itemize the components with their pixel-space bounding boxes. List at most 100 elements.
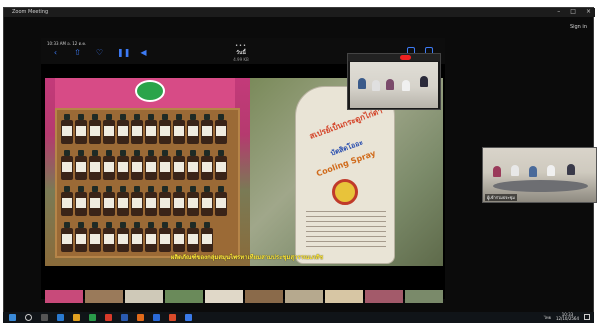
- bottle: [187, 222, 199, 252]
- taskbar-icons: [9, 314, 192, 321]
- bottle: [173, 114, 185, 144]
- bottle: [61, 186, 73, 216]
- bottle: [187, 186, 199, 216]
- bottle: [173, 222, 185, 252]
- ie-icon[interactable]: [153, 314, 160, 321]
- word-icon[interactable]: [121, 314, 128, 321]
- bottle: [187, 150, 199, 180]
- start-icon[interactable]: [9, 314, 16, 321]
- person: [372, 80, 380, 91]
- bottle: [89, 150, 101, 180]
- bottle: [117, 150, 129, 180]
- person: [420, 76, 428, 87]
- person: [358, 78, 366, 89]
- bottle: [201, 222, 213, 252]
- bottle: [159, 222, 171, 252]
- brand-logo: [135, 80, 165, 102]
- thumbnail[interactable]: [285, 290, 323, 303]
- doc-size: 4.99 KB: [233, 57, 249, 62]
- folder-icon[interactable]: [73, 314, 80, 321]
- bottle: [131, 222, 143, 252]
- mail-icon[interactable]: [57, 314, 64, 321]
- office-icon[interactable]: [105, 314, 112, 321]
- bottle: [75, 186, 87, 216]
- doc-header: ••• วันนี้ 4.99 KB: [226, 43, 256, 62]
- clock-date: 12/10/2564: [555, 316, 579, 321]
- bottle: [103, 150, 115, 180]
- participant-scene: ผู้เข้าร่วมประชุม: [483, 148, 596, 202]
- bottle: [89, 114, 101, 144]
- sign-in-link[interactable]: Sign in: [570, 24, 587, 30]
- bottle: [159, 150, 171, 180]
- share-icon[interactable]: ⇧: [73, 48, 82, 57]
- participant-video[interactable]: ผู้เข้าร่วมประชุม: [482, 147, 597, 203]
- bottle: [145, 186, 157, 216]
- volume-icon[interactable]: ◀: [139, 48, 148, 57]
- bottle: [187, 114, 199, 144]
- bottle: [145, 150, 157, 180]
- bottle: [215, 114, 227, 144]
- bottle: [75, 222, 87, 252]
- powerpoint-icon[interactable]: [137, 314, 144, 321]
- thumbnail[interactable]: [365, 290, 403, 303]
- close-button[interactable]: ×: [586, 8, 591, 15]
- zoom-title-bar: Zoom Meeting – □ ×: [4, 8, 595, 17]
- photo-caption: ผลิตภัณฑ์ของกลุ่มสมุนไพรทาเทียมสามประชุม…: [170, 254, 324, 261]
- bottle: [61, 150, 73, 180]
- person: [511, 165, 519, 176]
- chrome-icon[interactable]: [169, 314, 176, 321]
- clock[interactable]: 10:33 12/10/2564: [556, 313, 579, 321]
- shelf-row: [61, 186, 236, 218]
- bottle: [103, 114, 115, 144]
- bottle: [117, 114, 129, 144]
- bottle: [131, 114, 143, 144]
- bottle: [173, 186, 185, 216]
- thumbnail[interactable]: [165, 290, 203, 303]
- bottle: [145, 114, 157, 144]
- thumbnail[interactable]: [125, 290, 163, 303]
- bottle: [75, 150, 87, 180]
- thumbnail[interactable]: [45, 290, 83, 303]
- shelf-row: [61, 222, 236, 254]
- bottle: [131, 186, 143, 216]
- thumbnail-strip: [45, 290, 443, 303]
- bottle: [61, 222, 73, 252]
- person: [402, 80, 410, 91]
- thumbnail[interactable]: [325, 290, 363, 303]
- label-fine-print: [306, 211, 386, 251]
- spray-bottle: สเปรย์เบ็นกระดูกไก่ดำ บัตสิดโออะ Cooling…: [295, 86, 395, 264]
- thumbnail[interactable]: [405, 290, 443, 303]
- task-view-icon[interactable]: [41, 314, 48, 321]
- thumbnail[interactable]: [85, 290, 123, 303]
- edge-icon[interactable]: [89, 314, 96, 321]
- back-icon[interactable]: ‹: [51, 48, 60, 57]
- recording-indicator: [400, 55, 411, 60]
- zoom-icon[interactable]: [185, 314, 192, 321]
- pause-icon[interactable]: ❚❚: [117, 48, 130, 57]
- bottle: [61, 114, 73, 144]
- bottle: [173, 150, 185, 180]
- heart-icon[interactable]: ♡: [95, 48, 104, 57]
- bottle: [131, 150, 143, 180]
- shared-toolbar-icons: ‹ ⇧ ♡ ❚❚ ◀: [51, 48, 148, 57]
- bottle-rack-photo: [45, 78, 250, 266]
- bottle: [75, 114, 87, 144]
- self-video-overlay[interactable]: [347, 53, 441, 110]
- maximize-button[interactable]: □: [570, 8, 576, 15]
- bottle: [145, 222, 157, 252]
- shelf-row: [61, 150, 236, 182]
- notification-icon[interactable]: [584, 314, 590, 320]
- doc-title: วันนี้: [236, 50, 246, 56]
- language-indicator[interactable]: ไทย: [544, 314, 551, 321]
- thumbnail[interactable]: [245, 290, 283, 303]
- search-icon[interactable]: [25, 314, 32, 321]
- person: [547, 165, 555, 176]
- minimize-button[interactable]: –: [557, 8, 560, 15]
- window-controls: – □ ×: [557, 8, 591, 15]
- bottle: [201, 186, 213, 216]
- window-title: Zoom Meeting: [12, 9, 49, 15]
- thumbnail[interactable]: [205, 290, 243, 303]
- bottle: [89, 222, 101, 252]
- bottle: [201, 114, 213, 144]
- bottle: [215, 186, 227, 216]
